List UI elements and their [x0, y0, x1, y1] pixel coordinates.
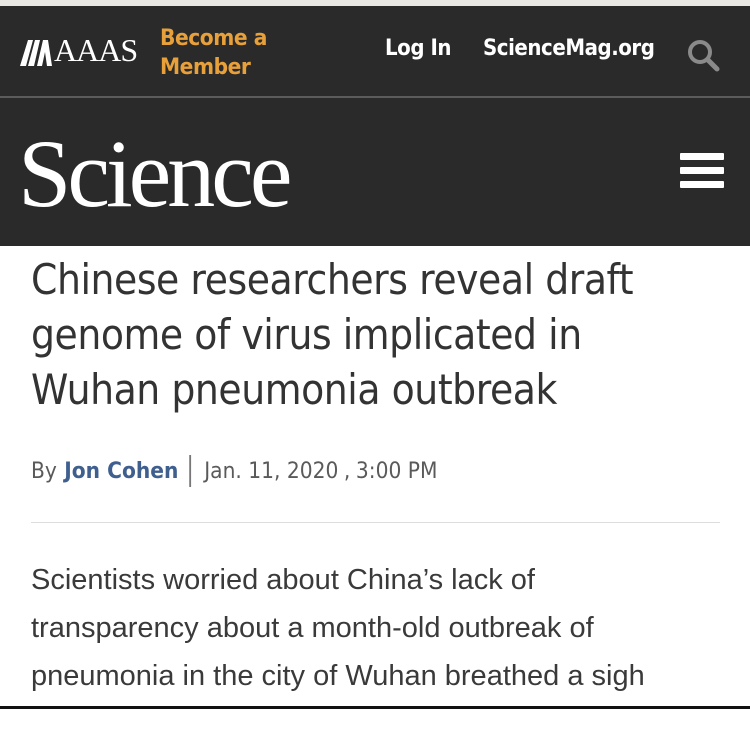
author-link[interactable]: Jon Cohen — [64, 459, 178, 484]
publish-time: 3:00 PM — [355, 458, 438, 484]
become-member-link[interactable]: Become a Member — [160, 24, 280, 82]
aaas-logo-text: AAAS — [54, 32, 138, 68]
science-logo[interactable]: Science — [18, 124, 292, 224]
headline-line-2: genome of virus implicated in — [31, 310, 582, 359]
aaas-logo[interactable]: AAAS — [20, 30, 138, 70]
body-line-3: pneumonia in the city of Wuhan breathed … — [31, 660, 645, 692]
page: AAAS Become a Member Log In ScienceMag.o… — [0, 0, 750, 730]
article-body: Scientists worried about China’s lack of… — [31, 556, 731, 700]
login-link[interactable]: Log In — [385, 34, 452, 64]
become-member-line2: Member — [160, 55, 251, 80]
menu-bar-middle — [680, 167, 724, 174]
sciencemag-link[interactable]: ScienceMag.org — [483, 34, 655, 64]
article-headline: Chinese researchers reveal draft genome … — [31, 252, 661, 417]
byline-prefix: By — [31, 458, 57, 484]
body-line-2: transparency about a month-old outbreak … — [31, 612, 594, 644]
bottom-border — [0, 706, 750, 709]
date-time-separator: , — [343, 458, 351, 484]
hamburger-menu-icon[interactable] — [680, 153, 724, 189]
headline-line-1: Chinese researchers reveal draft — [31, 255, 634, 304]
aaas-logo-mark-icon — [20, 40, 52, 66]
menu-bar-bottom — [680, 181, 724, 188]
menu-bar-top — [680, 153, 724, 160]
publish-date: Jan. 11, 2020 — [204, 458, 339, 484]
search-icon[interactable] — [686, 38, 720, 72]
byline: By Jon Cohen Jan. 11, 2020 , 3:00 PM — [31, 454, 437, 488]
byline-rule — [31, 522, 720, 523]
body-line-1: Scientists worried about China’s lack of — [31, 564, 535, 596]
become-member-line1: Become a — [160, 26, 267, 51]
headline-line-3: Wuhan pneumonia outbreak — [31, 365, 557, 414]
byline-divider — [189, 455, 192, 487]
